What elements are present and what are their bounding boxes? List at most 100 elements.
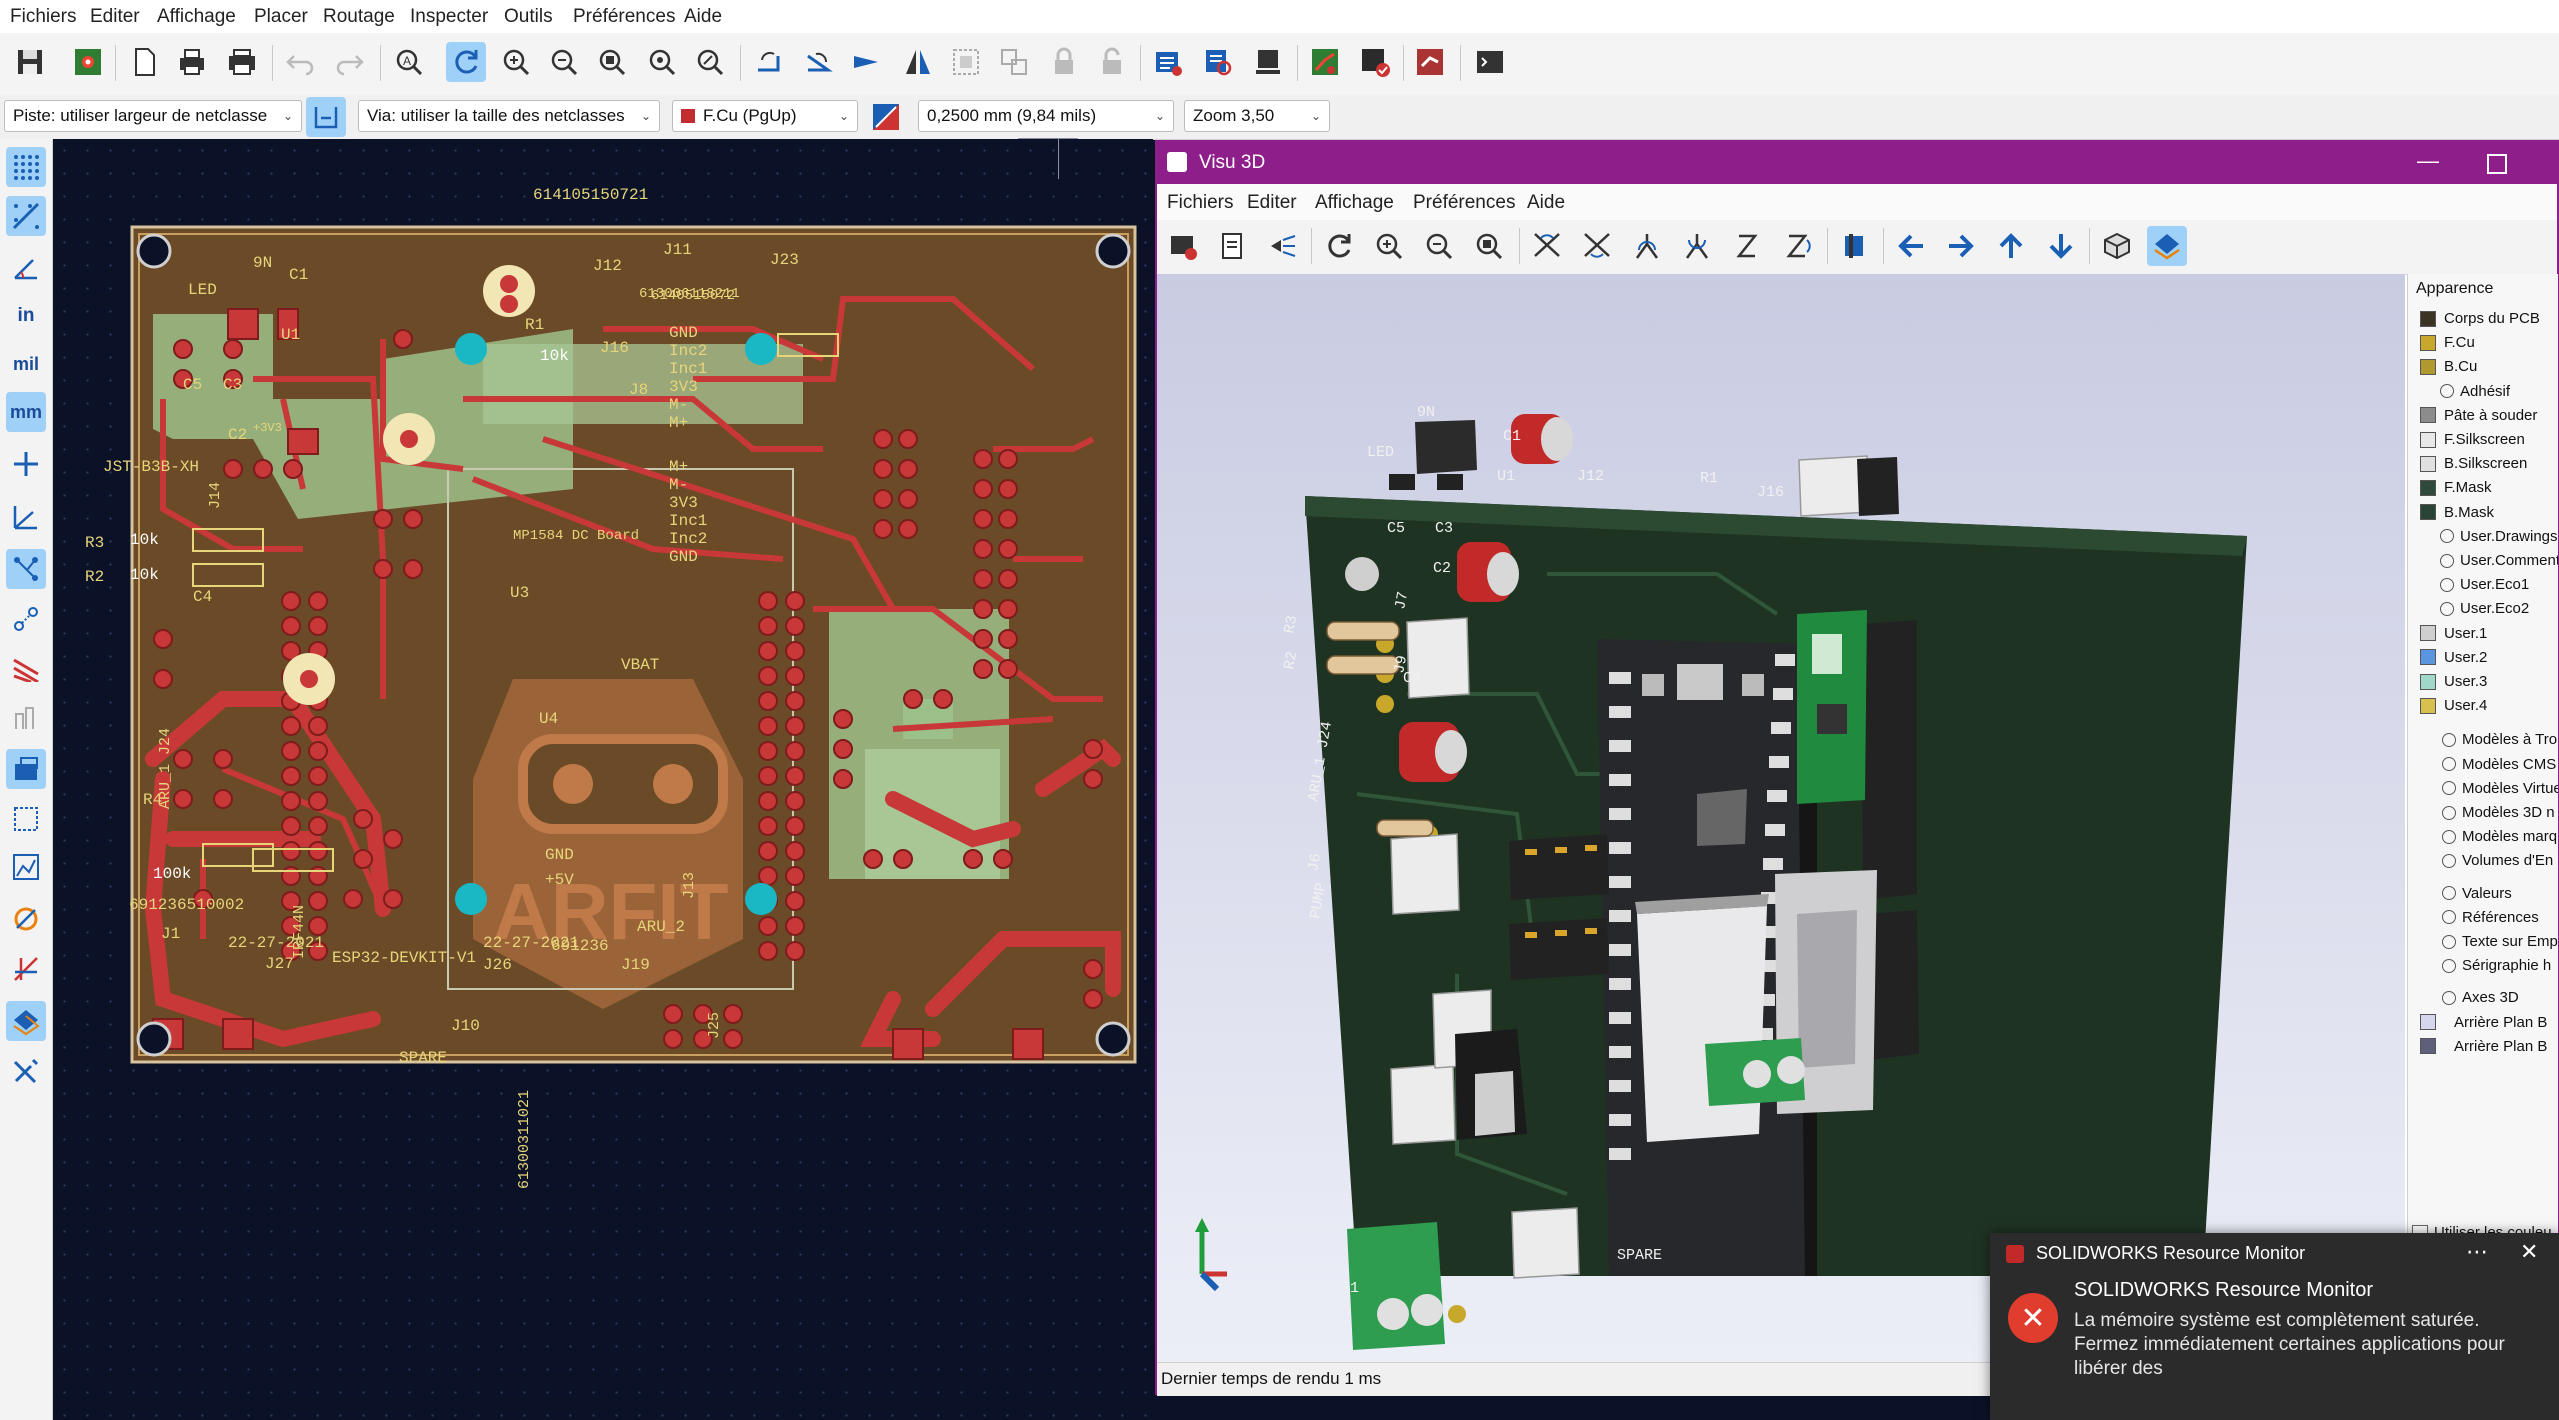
layer-row[interactable]: User.Drawings — [2420, 528, 2558, 545]
viewer-menu-preferences[interactable]: Préférences — [1413, 192, 1515, 214]
arrow-left-icon[interactable] — [1891, 226, 1931, 266]
eye-icon[interactable] — [2442, 910, 2456, 925]
text-toggle[interactable]: Références — [2442, 909, 2539, 926]
zoom-out-icon[interactable] — [1419, 226, 1459, 266]
color-swatch[interactable] — [2420, 1038, 2436, 1055]
redraw-icon[interactable] — [446, 42, 486, 82]
more-options-icon[interactable]: ⋯ — [2466, 1239, 2488, 1265]
highlight-net-icon[interactable] — [6, 799, 46, 839]
layer-row[interactable]: User.Comments — [2420, 552, 2558, 569]
menu-routage[interactable]: Routage — [323, 6, 395, 28]
rotate-ccw-icon[interactable] — [748, 42, 788, 82]
arrow-up-icon[interactable] — [1991, 226, 2031, 266]
flip-icon[interactable] — [898, 42, 938, 82]
footprint-browser-icon[interactable] — [1198, 42, 1238, 82]
menu-inspecter[interactable]: Inspecter — [410, 6, 488, 28]
arrow-right-icon[interactable] — [1941, 226, 1981, 266]
outline-icon[interactable] — [6, 847, 46, 887]
text-toggle[interactable]: Valeurs — [2442, 885, 2512, 902]
layer-row[interactable]: User.Eco2 — [2420, 600, 2529, 617]
eye-icon[interactable] — [2440, 601, 2454, 616]
color-swatch[interactable] — [2420, 358, 2436, 375]
ortho-view-icon[interactable] — [2097, 226, 2137, 266]
unlock-icon[interactable] — [1092, 42, 1132, 82]
model-toggle[interactable]: Modèles à Trous — [2442, 731, 2558, 748]
find-icon[interactable]: A — [389, 42, 429, 82]
zone-view-icon[interactable] — [6, 749, 46, 789]
eye-icon[interactable] — [2442, 829, 2456, 844]
text-toggle[interactable]: Sérigraphie h — [2442, 957, 2551, 974]
menu-editer[interactable]: Editer — [90, 6, 140, 28]
model-toggle[interactable]: Modèles CMS — [2442, 756, 2556, 773]
color-swatch[interactable] — [2420, 310, 2436, 327]
appearance-icon[interactable] — [6, 1001, 46, 1041]
color-swatch[interactable] — [2420, 455, 2436, 472]
menu-placer[interactable]: Placer — [254, 6, 308, 28]
reload-board-icon[interactable] — [1163, 226, 1203, 266]
color-swatch[interactable] — [2420, 334, 2436, 351]
appearance-panel-icon[interactable] — [2147, 226, 2187, 266]
zoom-in-icon[interactable] — [1369, 226, 1409, 266]
menu-outils[interactable]: Outils — [504, 6, 553, 28]
board-setup-icon[interactable] — [68, 42, 108, 82]
via-view-icon[interactable] — [6, 647, 46, 687]
rotate-y-ccw-icon[interactable] — [1627, 226, 1667, 266]
lock-icon[interactable] — [1044, 42, 1084, 82]
rotate-z-cw-icon[interactable] — [1777, 226, 1817, 266]
save-icon[interactable] — [10, 42, 50, 82]
model-toggle[interactable]: Modèles 3D n — [2442, 804, 2555, 821]
grid-dots-icon[interactable] — [6, 147, 46, 187]
drc-marker-icon[interactable] — [6, 899, 46, 939]
color-swatch[interactable] — [2420, 673, 2436, 690]
zoom-out-icon[interactable] — [544, 42, 584, 82]
viewer-menu-affichage[interactable]: Affichage — [1315, 192, 1394, 214]
flip-board-icon[interactable] — [1835, 226, 1875, 266]
track-width-select[interactable]: Piste: utiliser largeur de netclasse ⌄ — [4, 100, 302, 132]
zoom-select[interactable]: Zoom 3,50 ⌄ — [1184, 100, 1330, 132]
polar-coords-icon[interactable] — [6, 247, 46, 287]
layer-row[interactable]: B.Mask — [2420, 504, 2494, 521]
netlist-icon[interactable] — [1148, 42, 1188, 82]
eye-icon[interactable] — [2442, 990, 2456, 1005]
eye-icon[interactable] — [2440, 553, 2454, 568]
zoom-selection-icon[interactable] — [690, 42, 730, 82]
notification-toast[interactable]: SOLIDWORKS Resource Monitor ⋯ ✕ ✕ SOLIDW… — [1990, 1233, 2559, 1420]
layer-row[interactable]: User.Eco1 — [2420, 576, 2529, 593]
redraw-icon[interactable] — [1319, 226, 1359, 266]
ratsnest-toggle-icon[interactable] — [6, 949, 46, 989]
layer-row[interactable]: B.Silkscreen — [2420, 455, 2527, 472]
ungroup-icon[interactable] — [994, 42, 1034, 82]
menu-affichage[interactable]: Affichage — [157, 6, 236, 28]
copy-image-icon[interactable] — [1213, 226, 1253, 266]
layer-pair-icon[interactable] — [866, 97, 906, 137]
color-swatch[interactable] — [2420, 649, 2436, 666]
pcb-canvas[interactable]: ARFIT 614105150721 J12 J11 J23 614051507… — [53, 138, 1153, 1420]
layer-manager-icon[interactable] — [6, 697, 46, 737]
viewer-menu-aide[interactable]: Aide — [1527, 192, 1565, 214]
color-swatch[interactable] — [2420, 697, 2436, 714]
track-view-icon[interactable] — [6, 599, 46, 639]
unit-mil-button[interactable]: mil — [6, 344, 46, 384]
layer-row[interactable]: F.Silkscreen — [2420, 431, 2525, 448]
eye-icon[interactable] — [2442, 732, 2456, 747]
layer-row[interactable]: B.Cu — [2420, 358, 2477, 375]
eye-icon[interactable] — [2442, 757, 2456, 772]
eye-icon[interactable] — [2442, 934, 2456, 949]
ratsnest-icon[interactable] — [6, 497, 46, 537]
layer-row[interactable]: Pâte à souder — [2420, 407, 2537, 424]
eye-icon[interactable] — [2440, 384, 2454, 399]
unit-inch-button[interactable]: in — [6, 296, 46, 336]
layer-row[interactable]: Corps du PCB — [2420, 310, 2540, 327]
group-icon[interactable] — [946, 42, 986, 82]
layer-row[interactable]: F.Mask — [2420, 479, 2492, 496]
zoom-fit-icon[interactable] — [592, 42, 632, 82]
mirror-icon[interactable] — [846, 42, 886, 82]
viewer-menu-fichiers[interactable]: Fichiers — [1167, 192, 1234, 214]
zoom-fit-icon[interactable] — [1469, 226, 1509, 266]
console-icon[interactable] — [1470, 42, 1510, 82]
model-toggle[interactable]: Modèles Virtuels — [2442, 780, 2558, 797]
layer-row[interactable]: User.4 — [2420, 697, 2487, 714]
color-swatch[interactable] — [2420, 479, 2436, 496]
arrow-down-icon[interactable] — [2041, 226, 2081, 266]
properties-icon[interactable] — [6, 1051, 46, 1091]
